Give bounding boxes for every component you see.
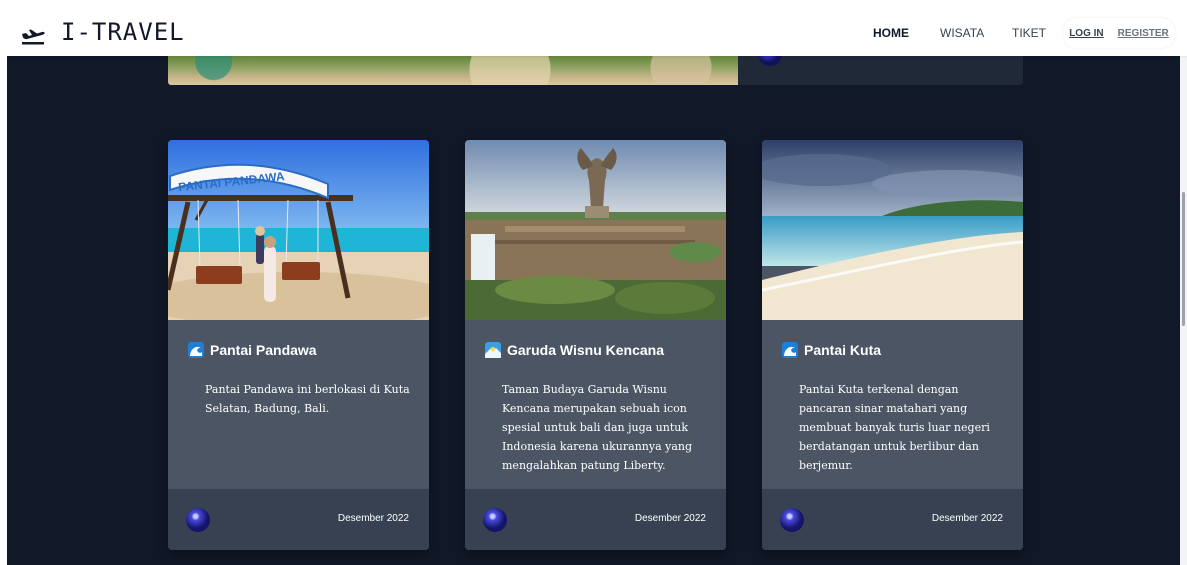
card-date: Desember 2022	[931, 513, 1003, 524]
card-pantai-kuta[interactable]: Pantai Kuta Pantai Kuta terkenal dengan …	[762, 140, 1023, 550]
nav-wisata-link[interactable]: WISATA	[940, 26, 1012, 40]
scrollbar-thumb[interactable]	[1182, 192, 1185, 326]
sunrise-over-mountains-icon	[485, 342, 501, 358]
card-footer: Desember 2022	[762, 489, 1023, 550]
login-link[interactable]: LOG IN	[1069, 28, 1103, 39]
page-scrollbar[interactable]	[1180, 10, 1187, 565]
card-date: Desember 2022	[634, 513, 706, 524]
card-description: Taman Budaya Garuda Wisnu Kencana merupa…	[502, 383, 693, 472]
card-title-text[interactable]: Pantai Pandawa	[210, 342, 317, 358]
card-title: Pantai Pandawa	[188, 342, 317, 358]
card-footer: Desember 2022	[465, 489, 726, 550]
card-description: Pantai Pandawa ini berlokasi di Kuta Sel…	[205, 383, 410, 415]
card-title-text[interactable]: Garuda Wisnu Kencana	[507, 342, 664, 358]
nav-home-link[interactable]: HOME	[873, 26, 940, 40]
card-image-garuda-wisnu-kencana[interactable]	[465, 140, 726, 320]
avatar	[780, 508, 804, 532]
auth-group: LOG IN REGISTER	[1063, 18, 1175, 48]
brand[interactable]: I-TRAVEL	[19, 18, 185, 46]
airplane-departure-icon	[22, 29, 45, 45]
card-image-pantai-kuta[interactable]	[762, 140, 1023, 320]
card-footer: Desember 2022	[168, 489, 429, 550]
navbar: I-TRAVEL HOME WISATA TIKET LOG IN REGIST…	[7, 10, 1187, 56]
card-pantai-pandawa[interactable]: PANTAI PANDAWA Pantai Pandawa Pantai Pan…	[168, 140, 429, 550]
card-title: Garuda Wisnu Kencana	[485, 342, 664, 358]
nav-links: HOME WISATA TIKET	[873, 26, 1052, 40]
avatar	[186, 508, 210, 532]
wave-icon	[188, 342, 204, 358]
card-image-pantai-pandawa[interactable]: PANTAI PANDAWA	[168, 140, 429, 320]
card-description: Pantai Kuta terkenal dengan pancaran sin…	[799, 383, 990, 472]
register-link[interactable]: REGISTER	[1118, 28, 1169, 39]
avatar	[483, 508, 507, 532]
brand-name: I-TRAVEL	[61, 18, 185, 46]
card-title-text[interactable]: Pantai Kuta	[804, 342, 881, 358]
card-garuda-wisnu-kencana[interactable]: Garuda Wisnu Kencana Taman Budaya Garuda…	[465, 140, 726, 550]
nav-tiket-link[interactable]: TIKET	[1012, 26, 1052, 40]
card-date: Desember 2022	[337, 513, 409, 524]
card-title: Pantai Kuta	[782, 342, 881, 358]
page-frame: I-TRAVEL HOME WISATA TIKET LOG IN REGIST…	[7, 10, 1187, 565]
wave-icon	[782, 342, 798, 358]
